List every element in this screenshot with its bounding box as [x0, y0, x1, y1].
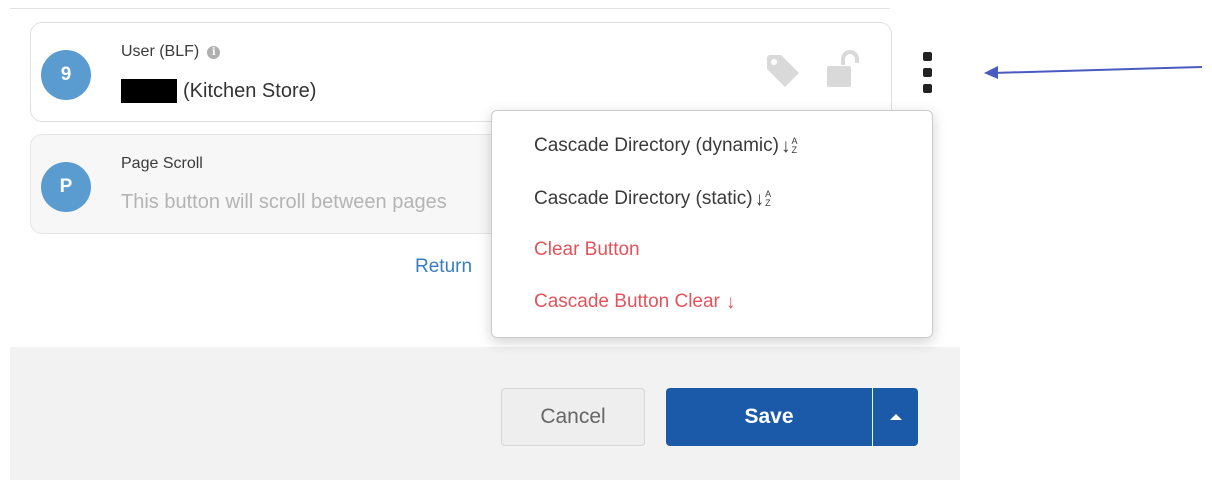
menu-item-clear-button[interactable]: Clear Button — [534, 239, 640, 261]
dropdown-menu: Cascade Directory (dynamic) ↓ A Z Cascade … — [491, 110, 933, 338]
info-icon[interactable]: i — [207, 45, 221, 59]
return-link[interactable]: Return — [415, 256, 472, 278]
menu-item-cascade-button-clear[interactable]: Cascade Button Clear ↓ — [534, 291, 735, 313]
menu-item-cascade-directory-static[interactable]: Cascade Directory (static) ↓ A Z — [534, 188, 771, 210]
kebab-dot — [923, 68, 932, 77]
menu-item-label: Cascade Button Clear — [534, 291, 720, 312]
sort-down-az-icon: ↓ A Z — [780, 135, 798, 157]
avatar: P — [41, 162, 91, 212]
card-title-row: User (BLF) i — [121, 43, 221, 61]
card-subtitle-row: (Kitchen Store) — [121, 79, 316, 103]
card-title-row: Page Scroll — [121, 155, 203, 173]
kebab-dot — [923, 52, 932, 61]
cancel-button[interactable]: Cancel — [501, 388, 645, 446]
sort-down-az-icon: ↓ A Z — [754, 188, 772, 210]
kebab-dot — [923, 84, 932, 93]
card-title: Page Scroll — [121, 155, 203, 172]
unlock-icon[interactable] — [825, 49, 859, 89]
annotation-arrow — [984, 66, 1203, 79]
menu-item-label: Cascade Directory (dynamic) — [534, 135, 779, 156]
menu-item-label: Clear Button — [534, 239, 640, 260]
top-divider — [10, 8, 890, 9]
card-title: User (BLF) — [121, 43, 200, 60]
card-subtitle: This button will scroll between pages — [121, 191, 447, 213]
key-card-user-blf[interactable]: 9 User (BLF) i (Kitchen Store) — [30, 22, 892, 122]
menu-item-label: Cascade Directory (static) — [534, 188, 753, 209]
arrow-down-icon: ↓ — [725, 291, 736, 313]
card-subtitle: (Kitchen Store) — [183, 79, 317, 102]
save-button[interactable]: Save — [666, 388, 872, 446]
tag-icon[interactable] — [765, 53, 801, 89]
more-options-button[interactable] — [916, 52, 940, 94]
menu-item-cascade-directory-dynamic[interactable]: Cascade Directory (dynamic) ↓ A Z — [534, 135, 797, 157]
redacted-name — [121, 79, 177, 103]
save-options-caret-button[interactable] — [873, 388, 918, 446]
avatar: 9 — [41, 50, 91, 100]
caret-up-icon — [889, 414, 902, 420]
